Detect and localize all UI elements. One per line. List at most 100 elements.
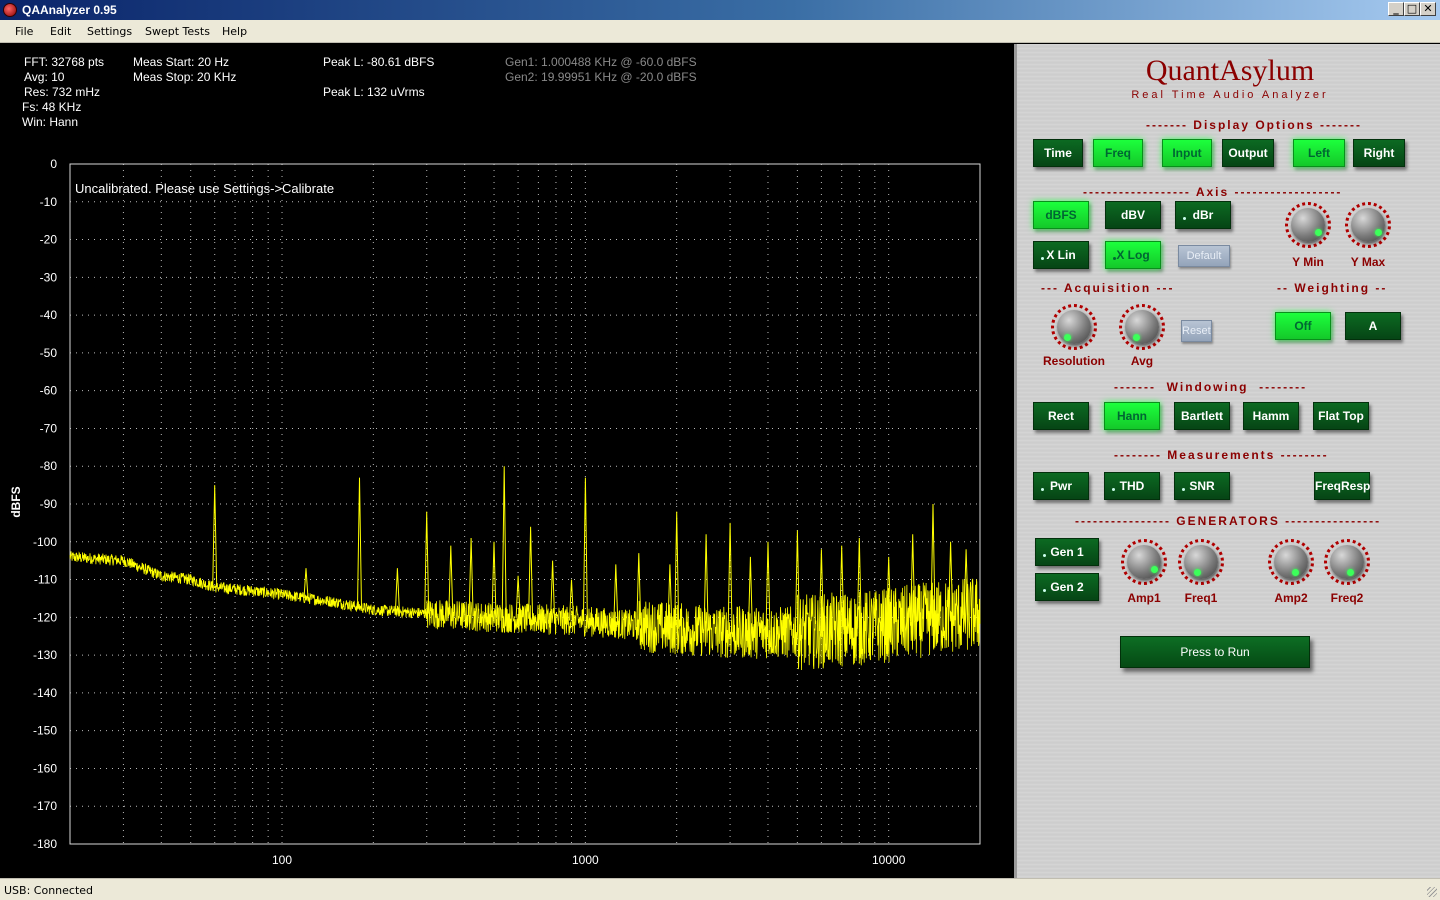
radio-dot-icon	[1183, 217, 1186, 220]
freq1-label: Freq1	[1184, 591, 1218, 605]
radio-dot-icon	[1112, 488, 1115, 491]
freq1-knob[interactable]	[1178, 539, 1224, 585]
measure-freqresp-button[interactable]: FreqResp	[1314, 472, 1370, 500]
app-icon	[3, 3, 17, 17]
gen2-button[interactable]: Gen 2	[1035, 573, 1099, 601]
measure-pwr-button[interactable]: Pwr	[1033, 472, 1089, 500]
x-tick-label: 1000	[572, 853, 599, 867]
spectrum-trace	[69, 466, 981, 671]
menu-bar: File Edit Settings Swept Tests Help	[0, 20, 1440, 43]
display-time-button[interactable]: Time	[1033, 139, 1083, 167]
radio-dot-icon	[1182, 488, 1185, 491]
harmonic-peak	[613, 564, 619, 624]
y-tick-label: -120	[33, 610, 57, 624]
amp1-knob[interactable]	[1121, 539, 1167, 585]
menu-help[interactable]: Help	[222, 25, 247, 38]
y-tick-label: -10	[40, 195, 58, 209]
minimize-button[interactable]: _	[1388, 2, 1404, 16]
y-tick-label: -110	[34, 573, 57, 587]
axis-dbr-button[interactable]: dBr	[1175, 201, 1231, 229]
usb-status: USB: Connected	[4, 884, 94, 897]
section-display-options: ------- Display Options -------	[1146, 118, 1362, 132]
acq-reset-button[interactable]: Reset	[1181, 320, 1212, 342]
y-tick-label: -70	[40, 421, 58, 435]
measure-thd-button[interactable]: THD	[1104, 472, 1160, 500]
knob-indicator-icon	[1292, 569, 1299, 576]
run-button[interactable]: Press to Run	[1120, 636, 1310, 668]
menu-edit[interactable]: Edit	[50, 25, 71, 38]
y-tick-labels: 0 -10 -20 -30 -40 -50 -60 -70 -80 -90 -100 -110 -120…	[33, 157, 57, 851]
window-rect-button[interactable]: Rect	[1033, 402, 1089, 430]
axis-default-button[interactable]: Default	[1178, 245, 1230, 267]
window-flattop-button[interactable]: Flat Top	[1313, 402, 1369, 430]
section-axis: ------------------ Axis ----------------…	[1083, 185, 1343, 199]
knob-indicator-icon	[1151, 566, 1158, 573]
chart-grid	[70, 164, 980, 844]
window-hann-button[interactable]: Hann	[1104, 402, 1160, 430]
y-tick-label: -150	[33, 724, 57, 738]
avg-label: Avg	[1130, 354, 1154, 368]
y-max-label: Y Max	[1350, 255, 1386, 269]
amp2-knob[interactable]	[1268, 539, 1314, 585]
display-freq-button[interactable]: Freq	[1093, 139, 1143, 167]
harmonic-peak	[448, 545, 454, 615]
axis-xlog-button[interactable]: X Log	[1105, 241, 1161, 269]
gen1-button[interactable]: Gen 1	[1035, 538, 1099, 566]
radio-dot-icon	[1041, 488, 1044, 491]
axis-xlin-label: X Lin	[1046, 248, 1076, 262]
axis-dbfs-button[interactable]: dBFS	[1033, 201, 1089, 229]
avg-knob[interactable]	[1119, 304, 1165, 350]
resize-grip-icon[interactable]	[1427, 887, 1437, 897]
y-axis-label: dBFS	[9, 486, 23, 517]
axis-xlin-button[interactable]: X Lin	[1033, 241, 1089, 269]
window-hamm-button[interactable]: Hamm	[1243, 402, 1299, 430]
measure-snr-button[interactable]: SNR	[1174, 472, 1230, 500]
weighting-off-button[interactable]: Off	[1275, 312, 1331, 340]
y-tick-label: -170	[33, 799, 57, 813]
radio-dot-icon	[1043, 589, 1046, 592]
display-right-button[interactable]: Right	[1353, 139, 1405, 167]
y-min-knob[interactable]	[1285, 202, 1331, 248]
harmonic-peak	[491, 541, 497, 618]
y-max-knob[interactable]	[1345, 202, 1391, 248]
section-acquisition: --- Acquisition ---	[1041, 281, 1175, 295]
harmonic-peak	[501, 466, 507, 618]
section-generators: ---------------- GENERATORS ------------…	[1075, 514, 1382, 528]
measure-snr-label: SNR	[1189, 479, 1215, 493]
y-tick-label: -140	[33, 686, 57, 700]
axis-xlog-label: X Log	[1116, 248, 1150, 262]
resolution-knob[interactable]	[1051, 304, 1097, 350]
knob-indicator-icon	[1315, 229, 1322, 236]
window-title: QAAnalyzer 0.95	[22, 3, 117, 17]
harmonic-peak	[303, 568, 309, 599]
axis-dbr-label: dBr	[1192, 208, 1214, 222]
menu-file[interactable]: File	[15, 25, 33, 38]
close-button[interactable]: ✕	[1420, 2, 1436, 16]
window-bartlett-button[interactable]: Bartlett	[1174, 402, 1230, 430]
display-input-button[interactable]: Input	[1162, 139, 1212, 167]
harmonic-peak	[424, 511, 430, 614]
harmonic-peak	[394, 568, 400, 612]
y-tick-label: -20	[40, 233, 58, 247]
spectrum-chart[interactable]: 0 -10 -20 -30 -40 -50 -60 -70 -80 -90 -100 -110 -120…	[0, 44, 1014, 878]
menu-settings[interactable]: Settings	[87, 25, 132, 38]
freq2-knob[interactable]	[1324, 539, 1370, 585]
harmonic-peak	[948, 541, 954, 617]
radio-dot-icon	[1113, 257, 1116, 260]
display-output-button[interactable]: Output	[1222, 139, 1274, 167]
y-tick-label: -160	[33, 761, 57, 775]
measure-pwr-label: Pwr	[1049, 479, 1072, 493]
spectrum-pane: FFT: 32768 pts Avg: 10 Res: 732 mHz Fs: …	[0, 44, 1014, 878]
y-tick-label: -60	[40, 384, 58, 398]
weighting-a-button[interactable]: A	[1345, 312, 1401, 340]
harmonic-peak	[727, 522, 733, 633]
plot-frame	[69, 163, 981, 845]
display-left-button[interactable]: Left	[1293, 139, 1345, 167]
maximize-button[interactable]: □	[1404, 2, 1420, 16]
title-bar: QAAnalyzer 0.95 _ □ ✕	[0, 0, 1440, 20]
axis-dbv-button[interactable]: dBV	[1105, 201, 1161, 229]
menu-swept-tests[interactable]: Swept Tests	[145, 25, 210, 38]
y-tick-label: -50	[40, 346, 58, 360]
calibration-annotation: Uncalibrated. Please use Settings->Calib…	[75, 181, 334, 196]
y-tick-label: -180	[33, 837, 57, 851]
